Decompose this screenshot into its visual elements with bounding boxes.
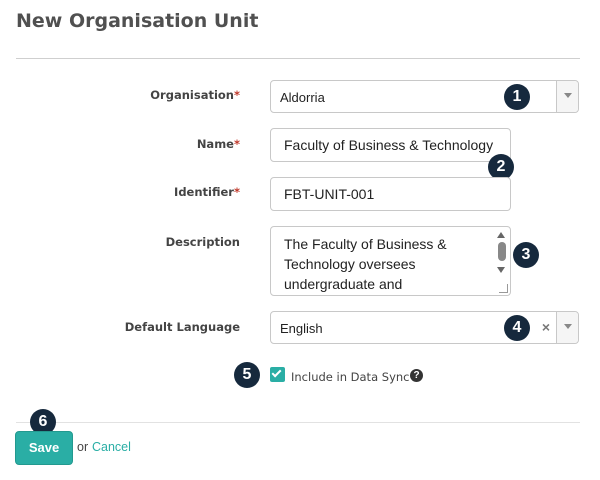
textarea-scrollbar[interactable] xyxy=(498,242,506,261)
organisation-dropdown-toggle[interactable] xyxy=(556,81,578,112)
required-marker: * xyxy=(233,185,240,199)
help-icon[interactable]: ? xyxy=(410,369,423,382)
resize-grip-icon[interactable] xyxy=(499,284,508,293)
data-sync-label[interactable]: Include in Data Sync xyxy=(291,370,410,384)
chevron-down-icon xyxy=(564,324,572,329)
clear-icon[interactable]: × xyxy=(542,319,550,335)
scroll-down-icon[interactable] xyxy=(497,267,505,273)
identifier-label-text: Identifier xyxy=(174,185,234,199)
description-label: Description xyxy=(165,235,240,249)
description-text: The Faculty of Business & Technology ove… xyxy=(284,236,447,292)
name-label-text: Name xyxy=(196,137,234,151)
callout-badge-4: 4 xyxy=(504,315,530,341)
identifier-input[interactable]: FBT-UNIT-001 xyxy=(270,177,511,211)
organisation-label: Organisation* xyxy=(14,88,240,102)
default-language-label: Default Language xyxy=(124,320,240,334)
required-marker: * xyxy=(233,137,240,151)
chevron-down-icon xyxy=(564,93,572,98)
description-textarea[interactable]: The Faculty of Business & Technology ove… xyxy=(270,226,511,296)
checkmark-icon xyxy=(271,367,282,378)
data-sync-checkbox[interactable] xyxy=(270,367,285,382)
title-divider xyxy=(16,58,580,59)
footer-divider xyxy=(16,422,580,423)
page-title: New Organisation Unit xyxy=(16,10,259,32)
identifier-label: Identifier* xyxy=(14,185,240,199)
callout-badge-5: 5 xyxy=(234,362,260,388)
organisation-label-text: Organisation xyxy=(150,88,234,102)
name-input[interactable]: Faculty of Business & Technology xyxy=(270,128,511,162)
cancel-link[interactable]: Cancel xyxy=(92,440,131,454)
callout-badge-1: 1 xyxy=(504,84,530,110)
required-marker: * xyxy=(233,88,240,102)
callout-badge-3: 3 xyxy=(513,242,539,268)
scroll-up-icon[interactable] xyxy=(497,232,505,238)
organisation-select[interactable]: Aldorria xyxy=(270,80,579,113)
save-button[interactable]: Save xyxy=(15,431,73,465)
or-text: or xyxy=(77,440,89,454)
default-language-select[interactable]: English × xyxy=(270,311,579,344)
language-dropdown-toggle[interactable] xyxy=(556,312,578,343)
default-language-value: English xyxy=(280,321,323,336)
organisation-select-value: Aldorria xyxy=(280,90,325,105)
name-label: Name* xyxy=(14,137,240,151)
